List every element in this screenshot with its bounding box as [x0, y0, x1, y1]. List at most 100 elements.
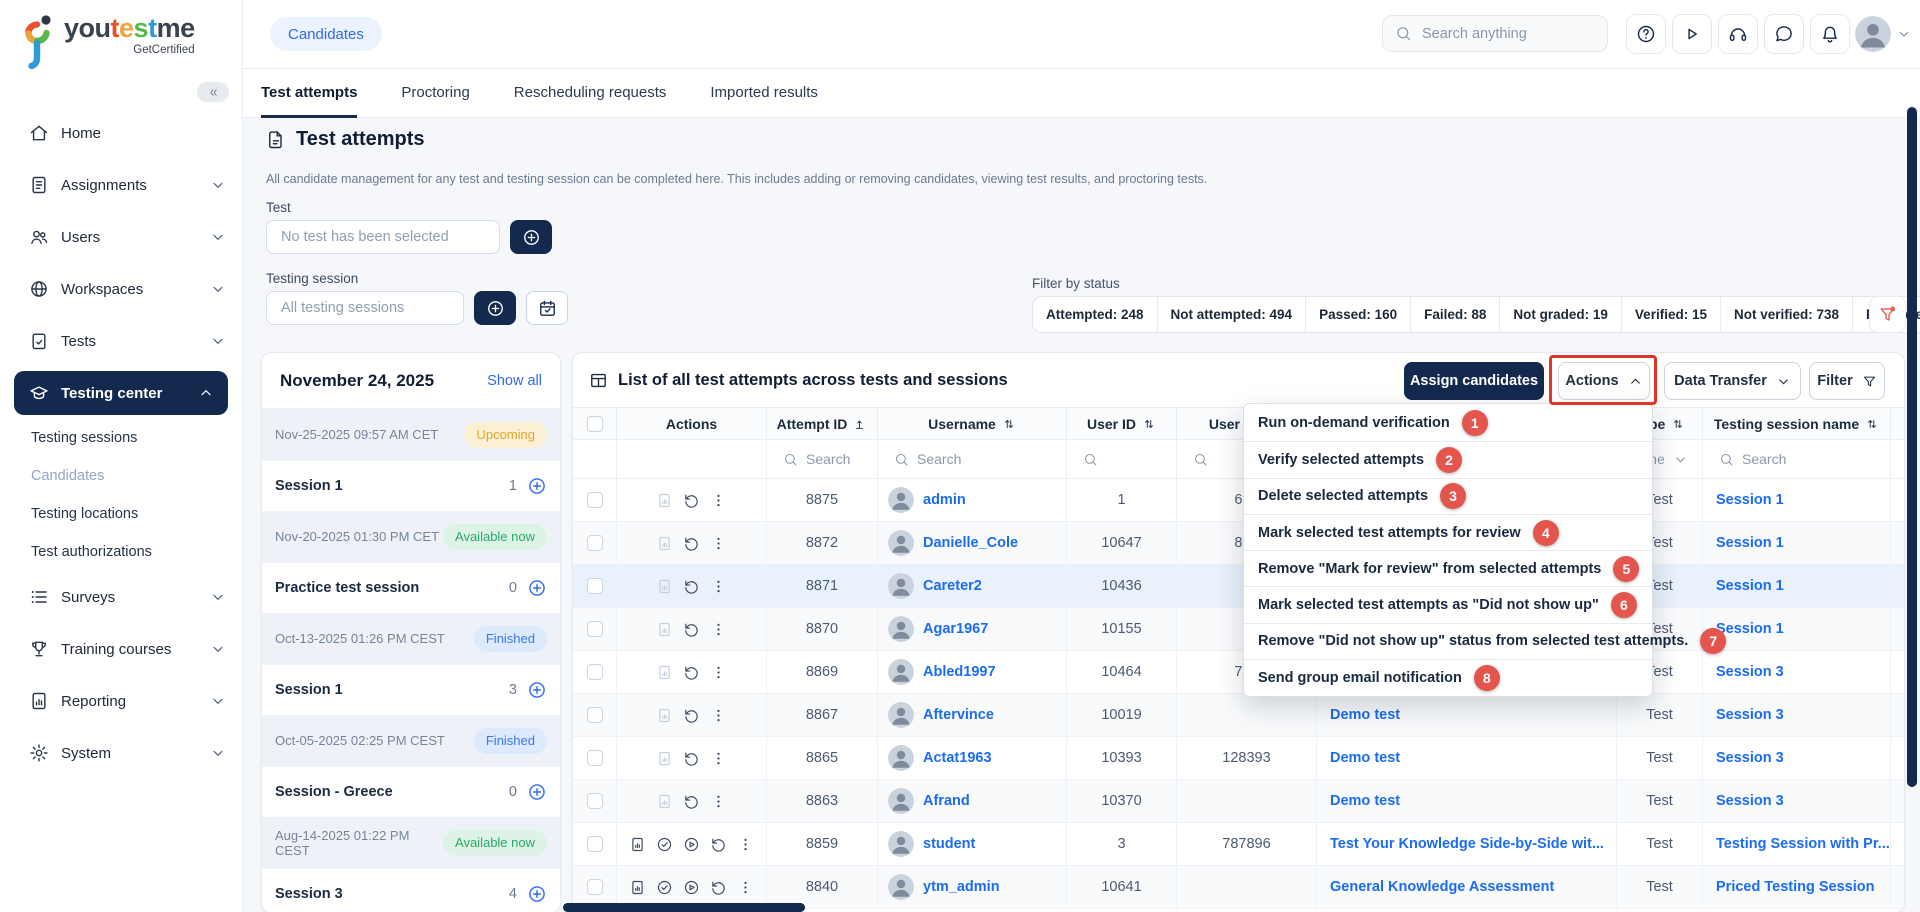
- sidebar-item-training-courses[interactable]: Training courses: [0, 623, 242, 675]
- status-filter-reset-button[interactable]: [1869, 296, 1906, 333]
- menu-item-remove-did-not-show-up-status-from-selec[interactable]: Remove "Did not show up" status from sel…: [1244, 623, 1652, 659]
- sidebar-item-system[interactable]: System: [0, 727, 242, 779]
- row-checkbox[interactable]: [587, 492, 603, 508]
- restore-icon[interactable]: [683, 621, 700, 638]
- horizontal-scrollbar[interactable]: [563, 903, 805, 912]
- session-date-row[interactable]: Nov-25-2025 09:57 AM CET Upcoming: [262, 409, 560, 460]
- menu-item-run-on-demand-verification[interactable]: Run on-demand verification 1: [1244, 405, 1652, 441]
- username-link[interactable]: Danielle_Cole: [923, 535, 1018, 551]
- session-name-link[interactable]: Session 1: [1716, 535, 1784, 551]
- table-row[interactable]: 8865 Actat1963 10393 128393 Demo test Te…: [573, 737, 1904, 780]
- session-date-row[interactable]: Aug-14-2025 01:22 PM CEST Available now: [262, 817, 560, 868]
- tour-button[interactable]: [1672, 14, 1712, 54]
- test-name-link[interactable]: Demo test: [1330, 707, 1400, 723]
- kebab-icon[interactable]: [737, 836, 754, 853]
- restore-icon[interactable]: [683, 535, 700, 552]
- session-name-link[interactable]: Testing Session with Pr...: [1716, 836, 1890, 852]
- username-link[interactable]: Aftervince: [923, 707, 994, 723]
- username-link[interactable]: ytm_admin: [923, 879, 1000, 895]
- status-chip-not-verified[interactable]: Not verified: 738: [1721, 297, 1853, 332]
- username-link[interactable]: student: [923, 836, 975, 852]
- status-chip-failed[interactable]: Failed: 88: [1411, 297, 1500, 332]
- kebab-icon[interactable]: [710, 707, 727, 724]
- menu-item-send-group-email-notification[interactable]: Send group email notification 8: [1244, 659, 1652, 695]
- test-name-link[interactable]: General Knowledge Assessment: [1330, 879, 1554, 895]
- status-chip-not-attempted[interactable]: Not attempted: 494: [1158, 297, 1307, 332]
- kebab-icon[interactable]: [710, 578, 727, 595]
- attempt-id-search[interactable]: Search: [767, 440, 878, 478]
- global-search[interactable]: [1382, 15, 1608, 52]
- kebab-icon[interactable]: [710, 535, 727, 552]
- row-checkbox[interactable]: [587, 621, 603, 637]
- row-checkbox[interactable]: [587, 793, 603, 809]
- username-link[interactable]: admin: [923, 492, 966, 508]
- sidebar-item-testing-center[interactable]: Testing center: [14, 371, 228, 415]
- messages-button[interactable]: [1764, 14, 1804, 54]
- session-row[interactable]: Session 1 1: [262, 460, 560, 511]
- report-doc-icon[interactable]: [656, 707, 673, 724]
- session-name-link[interactable]: Session 3: [1716, 707, 1784, 723]
- plus-circle-icon[interactable]: [527, 680, 547, 700]
- table-row[interactable]: 8872 Danielle_Cole 10647 865 Test Sessio…: [573, 522, 1904, 565]
- row-checkbox[interactable]: [587, 664, 603, 680]
- sidebar-item-home[interactable]: Home: [0, 107, 242, 159]
- restore-icon[interactable]: [683, 707, 700, 724]
- sidebar-collapse-button[interactable]: [197, 82, 229, 102]
- report-doc-icon[interactable]: [656, 793, 673, 810]
- check-circle-icon[interactable]: [656, 836, 673, 853]
- sidebar-item-workspaces[interactable]: Workspaces: [0, 263, 242, 315]
- user-avatar[interactable]: [1855, 16, 1891, 52]
- restore-icon[interactable]: [710, 879, 727, 896]
- status-chip-passed[interactable]: Passed: 160: [1306, 297, 1411, 332]
- sidebar-subitem-testing-sessions[interactable]: Testing sessions: [0, 419, 242, 457]
- table-filter-button[interactable]: Filter: [1809, 362, 1885, 400]
- tab-imported-results[interactable]: Imported results: [710, 69, 818, 118]
- sidebar-item-assignments[interactable]: Assignments: [0, 159, 242, 211]
- row-checkbox[interactable]: [587, 879, 603, 895]
- restore-icon[interactable]: [683, 664, 700, 681]
- session-name-search[interactable]: Search: [1703, 440, 1891, 478]
- status-chip-attempted[interactable]: Attempted: 248: [1033, 297, 1158, 332]
- assign-candidates-button[interactable]: Assign candidates: [1404, 362, 1544, 400]
- restore-icon[interactable]: [683, 750, 700, 767]
- session-name-link[interactable]: Session 1: [1716, 492, 1784, 508]
- plus-circle-icon[interactable]: [527, 782, 547, 802]
- session-date-row[interactable]: Oct-13-2025 01:26 PM CEST Finished: [262, 613, 560, 664]
- report-doc-icon[interactable]: [656, 578, 673, 595]
- report-doc-icon[interactable]: [656, 492, 673, 509]
- report-doc-icon[interactable]: [656, 750, 673, 767]
- test-name-link[interactable]: Demo test: [1330, 750, 1400, 766]
- column-header-attempt-id[interactable]: Attempt ID: [767, 408, 878, 439]
- kebab-icon[interactable]: [710, 793, 727, 810]
- menu-item-mark-selected-test-attempts-as-did-not-s[interactable]: Mark selected test attempts as "Did not …: [1244, 586, 1652, 622]
- tab-rescheduling-requests[interactable]: Rescheduling requests: [514, 69, 667, 118]
- restore-icon[interactable]: [683, 793, 700, 810]
- sort-icon[interactable]: [1671, 417, 1685, 431]
- report-doc-icon[interactable]: [656, 535, 673, 552]
- test-name-link[interactable]: Demo test: [1330, 793, 1400, 809]
- session-row[interactable]: Session 1 3: [262, 664, 560, 715]
- sort-icon[interactable]: [1142, 417, 1156, 431]
- table-row[interactable]: 8863 Afrand 10370 Demo test Test Session…: [573, 780, 1904, 823]
- kebab-icon[interactable]: [710, 492, 727, 509]
- sort-icon[interactable]: [1002, 417, 1016, 431]
- plus-circle-icon[interactable]: [527, 884, 547, 904]
- session-name-link[interactable]: Session 3: [1716, 664, 1784, 680]
- actions-menu-button[interactable]: Actions: [1558, 362, 1650, 400]
- session-input[interactable]: [279, 299, 451, 317]
- help-button[interactable]: [1626, 14, 1666, 54]
- restore-icon[interactable]: [683, 492, 700, 509]
- plus-circle-icon[interactable]: [527, 476, 547, 496]
- plus-circle-icon[interactable]: [527, 578, 547, 598]
- restore-icon[interactable]: [683, 578, 700, 595]
- username-link[interactable]: Careter2: [923, 578, 982, 594]
- kebab-icon[interactable]: [710, 621, 727, 638]
- menu-item-delete-selected-attempts[interactable]: Delete selected attempts 3: [1244, 478, 1652, 514]
- row-checkbox[interactable]: [587, 535, 603, 551]
- username-link[interactable]: Actat1963: [923, 750, 992, 766]
- test-name-link[interactable]: Test Your Knowledge Side-by-Side wit...: [1330, 836, 1604, 852]
- username-link[interactable]: Agar1967: [923, 621, 988, 637]
- status-chip-not-graded[interactable]: Not graded: 19: [1500, 297, 1622, 332]
- restore-icon[interactable]: [710, 836, 727, 853]
- menu-item-verify-selected-attempts[interactable]: Verify selected attempts 2: [1244, 441, 1652, 477]
